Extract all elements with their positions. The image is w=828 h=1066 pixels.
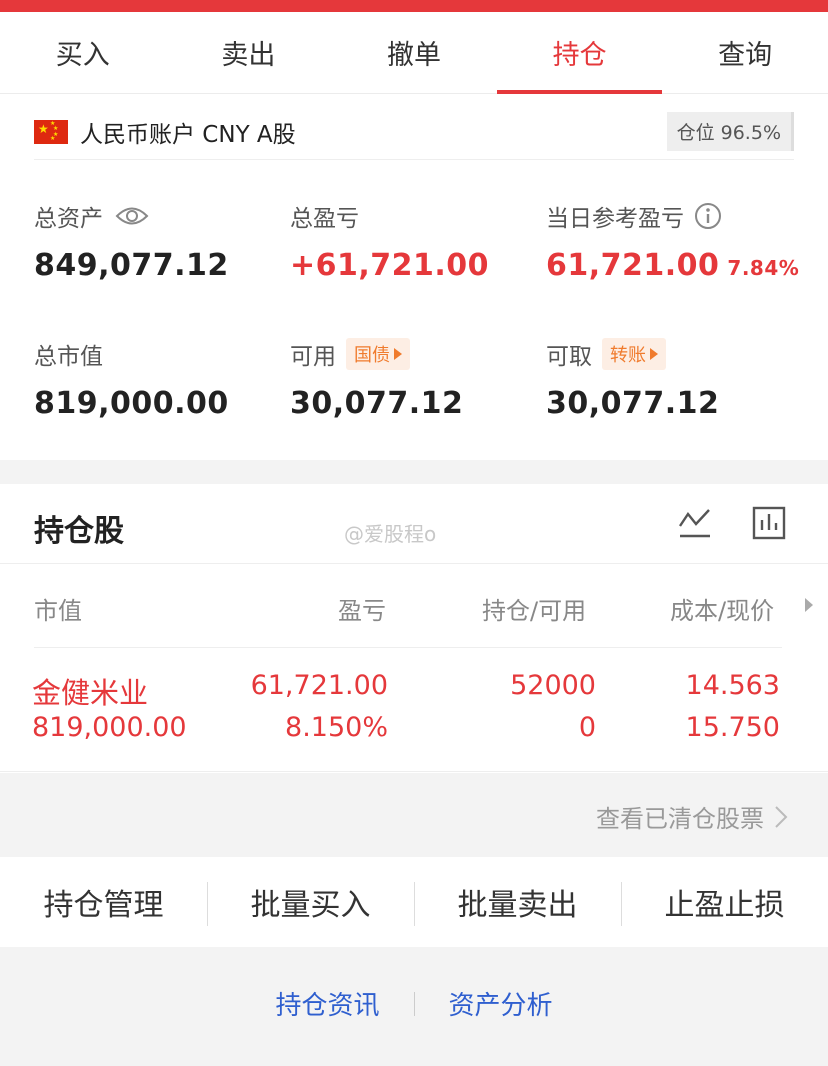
stock-pnl-percent: 8.150% <box>285 712 388 743</box>
stock-available: 0 <box>578 712 596 743</box>
treasury-bond-button[interactable]: 国债 <box>346 338 410 370</box>
eye-icon[interactable] <box>115 205 149 227</box>
stock-price: 15.750 <box>685 712 780 743</box>
daily-pnl-cell: 当日参考盈亏 61,721.00 7.84% <box>546 198 799 283</box>
asset-analysis-link[interactable]: 资产分析 <box>449 985 553 1022</box>
asset-summary: 总资产 849,077.12 总盈亏 +61,721.00 当日参考盈亏 61,… <box>0 160 828 460</box>
total-assets-value: 849,077.12 <box>34 248 229 283</box>
cleared-section: 查看已清仓股票 <box>0 773 828 857</box>
tab-sell[interactable]: 卖出 <box>166 12 332 93</box>
section-divider <box>0 460 828 484</box>
stock-position: 52000 <box>510 670 596 701</box>
action-bar: 持仓管理 批量买入 批量卖出 止盈止损 <box>0 857 828 947</box>
market-value-value: 819,000.00 <box>34 386 229 421</box>
china-flag-icon: ★ ★ ★ ★ ★ <box>34 119 68 144</box>
batch-buy-button[interactable]: 批量买入 <box>207 880 414 926</box>
market-value-cell: 总市值 819,000.00 <box>34 336 229 421</box>
stop-profit-loss-button[interactable]: 止盈止损 <box>621 880 828 926</box>
tab-cancel[interactable]: 撤单 <box>331 12 497 93</box>
stock-name: 金健米业 <box>32 676 149 710</box>
tab-buy[interactable]: 买入 <box>0 12 166 93</box>
market-value-label: 总市值 <box>34 344 103 370</box>
withdrawable-label: 可取 <box>546 344 592 370</box>
holdings-header: 持仓股 @爱股程o <box>0 484 828 564</box>
column-market-value: 市值 <box>34 597 82 625</box>
play-arrow-icon <box>650 348 658 360</box>
tab-holdings[interactable]: 持仓 <box>496 12 663 94</box>
stock-cost: 14.563 <box>685 670 780 701</box>
transfer-button[interactable]: 转账 <box>602 338 666 370</box>
account-row: ★ ★ ★ ★ ★ 人民币账户 CNY A股 仓位 96.5% <box>34 104 794 160</box>
play-arrow-icon <box>394 348 402 360</box>
daily-pnl-label: 当日参考盈亏 <box>546 206 684 232</box>
withdrawable-cell: 可取 转账 30,077.12 <box>546 336 719 421</box>
holdings-column-header: 市值 盈亏 持仓/可用 成本/现价 <box>0 565 828 647</box>
stock-market-value: 819,000.00 <box>32 712 187 743</box>
bar-chart-icon[interactable] <box>752 506 786 540</box>
available-value: 30,077.12 <box>290 386 464 421</box>
total-pnl-value: +61,721.00 <box>290 248 490 283</box>
available-cell: 可用 国债 30,077.12 <box>290 336 463 421</box>
total-pnl-cell: 总盈亏 +61,721.00 <box>290 198 489 283</box>
cleared-stocks-label: 查看已清仓股票 <box>596 805 764 833</box>
holdings-title: 持仓股 <box>34 514 124 549</box>
info-icon[interactable] <box>694 202 722 230</box>
cleared-stocks-link[interactable]: 查看已清仓股票 <box>596 799 788 834</box>
position-management-button[interactable]: 持仓管理 <box>0 880 207 924</box>
stock-pnl: 61,721.00 <box>250 670 388 701</box>
column-cost-price: 成本/现价 <box>670 597 775 625</box>
watermark: @爱股程o <box>344 522 437 546</box>
line-chart-icon[interactable] <box>678 506 712 540</box>
chevron-right-icon[interactable] <box>804 597 814 613</box>
holdings-news-link[interactable]: 持仓资讯 <box>275 985 379 1022</box>
status-bar <box>0 0 828 12</box>
daily-pnl-percent: 7.84% <box>727 256 800 280</box>
daily-pnl-value: 61,721.00 <box>546 248 720 283</box>
account-label: 人民币账户 CNY A股 <box>80 121 296 148</box>
column-pnl: 盈亏 <box>338 597 386 625</box>
transfer-label: 转账 <box>610 345 646 366</box>
total-assets-label: 总资产 <box>34 206 103 232</box>
total-assets-cell: 总资产 849,077.12 <box>34 198 229 283</box>
withdrawable-value: 30,077.12 <box>546 386 720 421</box>
available-label: 可用 <box>290 344 336 370</box>
chevron-right-icon <box>775 805 788 828</box>
holding-row[interactable]: 金健米业 819,000.00 61,721.00 8.150% 52000 0… <box>0 648 828 772</box>
column-position: 持仓/可用 <box>482 597 587 625</box>
trade-tabs: 买入 卖出 撤单 持仓 查询 <box>0 12 828 94</box>
link-separator <box>413 991 415 1016</box>
tab-query[interactable]: 查询 <box>662 12 828 93</box>
position-ratio-badge: 仓位 96.5% <box>666 112 794 151</box>
total-pnl-label: 总盈亏 <box>290 206 359 232</box>
treasury-bond-label: 国债 <box>354 345 390 366</box>
batch-sell-button[interactable]: 批量卖出 <box>414 880 621 926</box>
bottom-links-section: 持仓资讯 资产分析 <box>0 947 828 1066</box>
